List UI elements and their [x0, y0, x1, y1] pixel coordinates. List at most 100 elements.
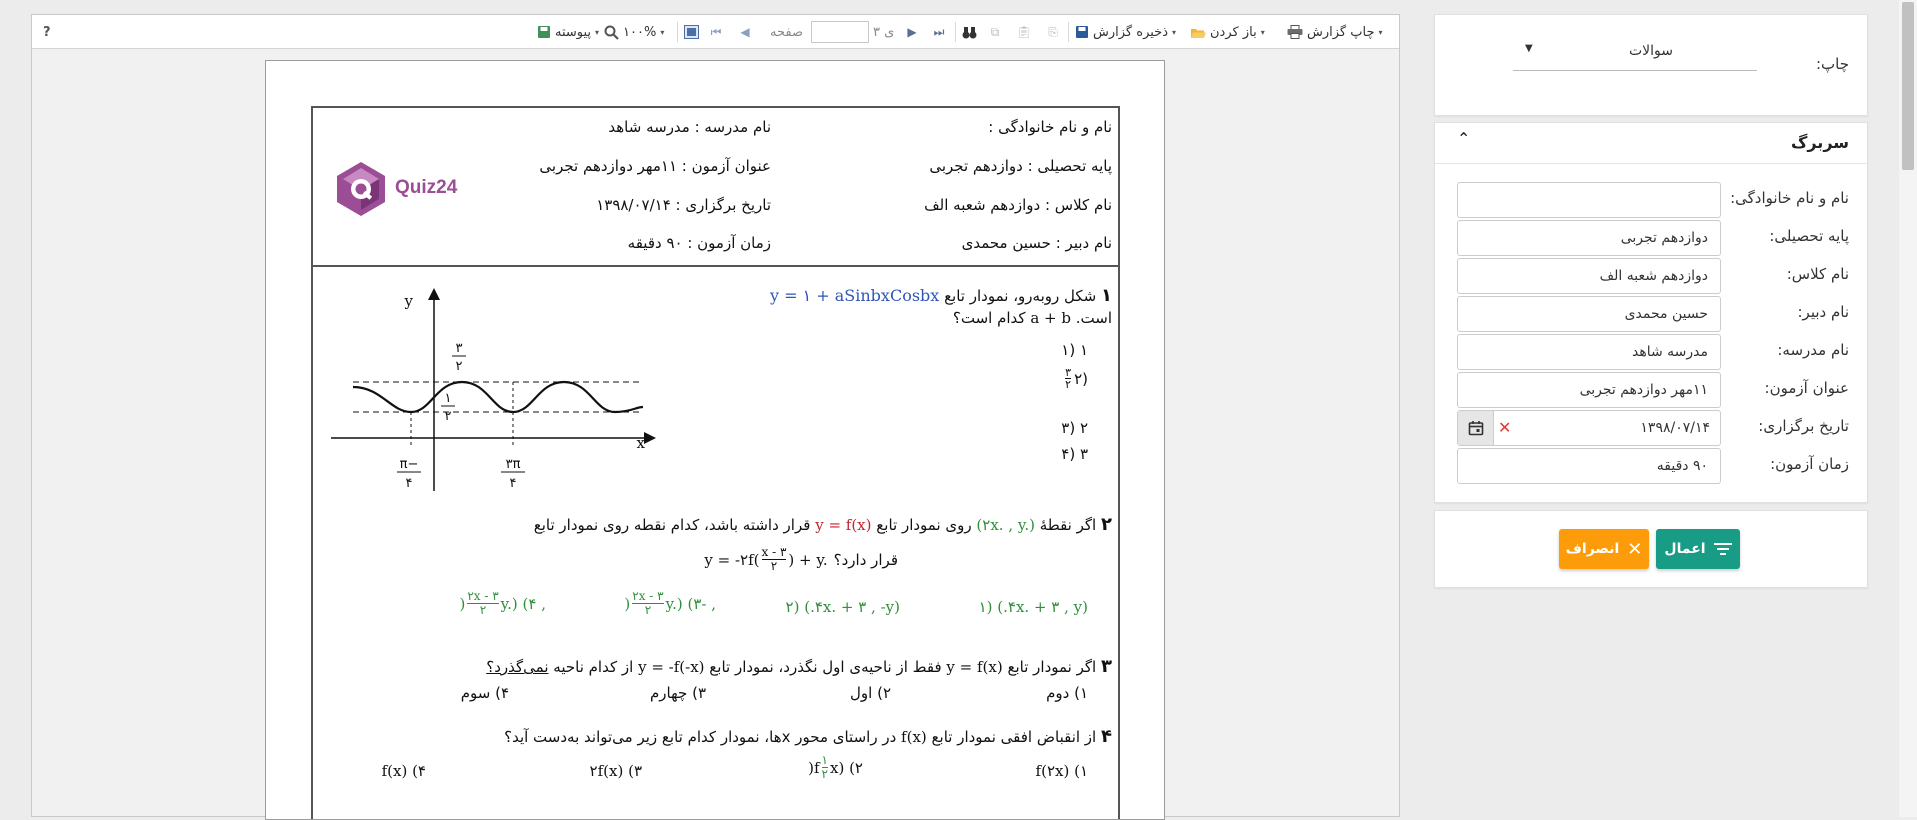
question-text: اگر نقطهٔ: [1039, 516, 1097, 534]
zoom-value: ۱۰۰%: [623, 24, 657, 40]
quiz24-logo-mark: [337, 162, 385, 216]
question-formula: y = f(x): [815, 516, 872, 534]
header-class: نام کلاس : دوازدهم شعبه الف: [924, 196, 1112, 214]
print-select-value: سوالات: [1628, 43, 1673, 59]
binoculars-icon[interactable]: [961, 24, 977, 40]
option-1: ۱ (۱: [1061, 341, 1088, 359]
last-page-icon[interactable]: ⏭: [931, 24, 947, 40]
apply-label: اعمال: [1664, 541, 1706, 557]
section-divider: [1435, 163, 1867, 164]
question-3: ۳ اگر نمودار تابع y = f(x) فقط از ناحیه‌…: [322, 656, 1112, 678]
page-of-label: ی ۳: [873, 24, 895, 40]
dropdown-arrow-icon: ▾: [595, 27, 600, 37]
chevron-up-icon[interactable]: ⌃: [1457, 129, 1470, 148]
option-4: , y.) (۴ ۲x - ۳۲ (: [459, 589, 546, 617]
school-field[interactable]: مدرسه شاهد: [1457, 334, 1721, 370]
print-report-label: چاپ گزارش: [1307, 24, 1375, 40]
question-1: ۱ شکل روبه‌رو، نمودار تابع y = ۱ + aSinb…: [652, 285, 1112, 329]
class-field[interactable]: دوازدهم شعبه الف: [1457, 258, 1721, 294]
dropdown-arrow-icon: ▾: [660, 27, 665, 37]
option-3: ۳) چهارم: [650, 684, 706, 702]
zoom-dropdown[interactable]: ▾ ۱۰۰%: [604, 23, 664, 41]
print-settings-card: چاپ: سوالات ▼: [1434, 14, 1868, 116]
scrollbar-thumb[interactable]: [1902, 2, 1914, 170]
report-viewer: ? ▾ پیوسته ▾ ۱۰۰% ⏮ ◀ صفحه ی ۳ ▶ ⏭ ⧉ 📋︎ …: [31, 14, 1400, 820]
open-menu[interactable]: ▾ باز کردن: [1190, 23, 1265, 41]
dropdown-arrow-icon: ▾: [1378, 27, 1383, 37]
date-field[interactable]: ۱۳۹۸/۰۷/۱۴ ✕: [1457, 410, 1721, 446]
question-2-line-2: قرار دارد؟ y = -۲f( x - ۳۲ ) + y.: [704, 546, 898, 573]
question-text: اگر نمودار تابع: [1007, 658, 1097, 676]
teacher-field[interactable]: حسین محمدی: [1457, 296, 1721, 332]
continuous-dropdown[interactable]: ▾ پیوسته: [537, 23, 599, 41]
save-icon: [538, 26, 550, 38]
zoom-icon: [604, 25, 619, 40]
first-page-icon[interactable]: ⏮: [708, 24, 724, 40]
option-4: f(x) (۴: [381, 762, 426, 780]
header-fullname: نام و نام خانوادگی :: [988, 118, 1112, 136]
y-axis-label: y: [404, 292, 414, 310]
label-pos-num: ۳π: [506, 457, 521, 472]
label-top-den: ۲: [456, 359, 463, 374]
toolbar-divider: [677, 22, 678, 42]
option-1: ۱) دوم: [1046, 684, 1088, 702]
label-neg-den: ۴: [406, 476, 413, 491]
paste-icon[interactable]: 📋︎: [1016, 24, 1032, 40]
option-1: f(۲x) (۱: [1035, 762, 1088, 780]
option-2: (۴x. + ۳ , -y.) (۲: [785, 598, 900, 616]
prev-page-icon[interactable]: ◀: [737, 24, 753, 40]
dropdown-arrow-icon: ▾: [1172, 27, 1177, 37]
question-text: نمی‌گذرد؟: [486, 658, 549, 676]
page-number-input[interactable]: [811, 21, 869, 43]
export-icon[interactable]: ⎘: [1045, 24, 1061, 40]
dropdown-arrow-icon: ▼: [1525, 43, 1533, 54]
header-exam-title: عنوان آزمون : ۱۱مهر دوازدهم تجربی: [539, 157, 771, 175]
field-label: نام کلاس:: [1786, 265, 1849, 283]
exam-title-field[interactable]: ۱۱مهر دوازدهم تجربی: [1457, 372, 1721, 408]
duration-field[interactable]: ۹۰ دقیقه: [1457, 448, 1721, 484]
question-text: فقط از ناحیه‌ی اول نگذرد، نمودار تابع: [709, 658, 942, 676]
continuous-label: پیوسته: [555, 24, 592, 40]
option-3: ۲f(x) (۳: [589, 762, 642, 780]
question-number: ۲: [1101, 514, 1112, 535]
copy-icon[interactable]: ⧉: [987, 24, 1003, 40]
quiz24-logo: Quiz24: [331, 160, 461, 218]
printer-icon: [1287, 25, 1303, 39]
question-formula: y = ۱ + aSinbxCosbx: [769, 286, 940, 305]
question-formula: y = f(x): [946, 658, 1003, 676]
field-label: زمان آزمون:: [1770, 455, 1849, 473]
label-neg-num: −π: [400, 457, 419, 472]
header-date: تاریخ برگزاری : ۱۳۹۸/۰۷/۱۴: [596, 196, 771, 214]
help-icon[interactable]: ?: [43, 23, 51, 41]
header-settings-card: سربرگ ⌃ نام و نام خانوادگی: پایه تحصیلی:…: [1434, 122, 1868, 503]
save-report-menu[interactable]: ▾ ذخیره گزارش: [1075, 23, 1176, 41]
question-text: قرار داشته باشد، کدام نقطه روی نمودار تا…: [533, 516, 811, 534]
option-2: x) (۲ ۱۲ f(: [808, 753, 863, 781]
exam-sheet: نام و نام خانوادگی : نام مدرسه : مدرسه ش…: [311, 106, 1120, 819]
field-label: نام مدرسه:: [1777, 341, 1849, 359]
grade-field[interactable]: دوازدهم تجربی: [1457, 220, 1721, 256]
apply-button[interactable]: اعمال: [1656, 529, 1740, 569]
question-number: ۱: [1101, 285, 1112, 306]
question-text: قرار دارد؟: [833, 550, 898, 569]
header-duration: زمان آزمون : ۹۰ دقیقه: [627, 234, 771, 252]
fullname-field[interactable]: [1457, 182, 1721, 218]
question-text: شکل روبه‌رو، نمودار تابع: [944, 287, 1097, 305]
close-icon: ✕: [1627, 538, 1643, 560]
fit-page-icon[interactable]: [683, 24, 699, 40]
print-select[interactable]: سوالات ▼: [1513, 35, 1757, 71]
page-scrollbar[interactable]: [1899, 0, 1917, 817]
save-icon: [1076, 26, 1088, 38]
next-page-icon[interactable]: ▶: [904, 24, 920, 40]
print-report-menu[interactable]: ▾ چاپ گزارش: [1287, 23, 1383, 41]
label-mid-den: ۲: [445, 409, 452, 424]
open-label: باز کردن: [1210, 24, 1257, 40]
clear-icon[interactable]: ✕: [1498, 411, 1511, 445]
cancel-button[interactable]: ✕ انصراف: [1559, 529, 1649, 569]
date-value: ۱۳۹۸/۰۷/۱۴: [1640, 420, 1710, 436]
question-text: روی نمودار تابع: [876, 516, 972, 534]
calendar-icon[interactable]: [1458, 411, 1494, 445]
header-school: نام مدرسه : مدرسه شاهد: [608, 118, 771, 136]
option-4: ۴) سوم: [460, 684, 509, 702]
question-4: ۴ از انقباض افقی نمودار تابع f(x) در راس…: [322, 726, 1112, 748]
